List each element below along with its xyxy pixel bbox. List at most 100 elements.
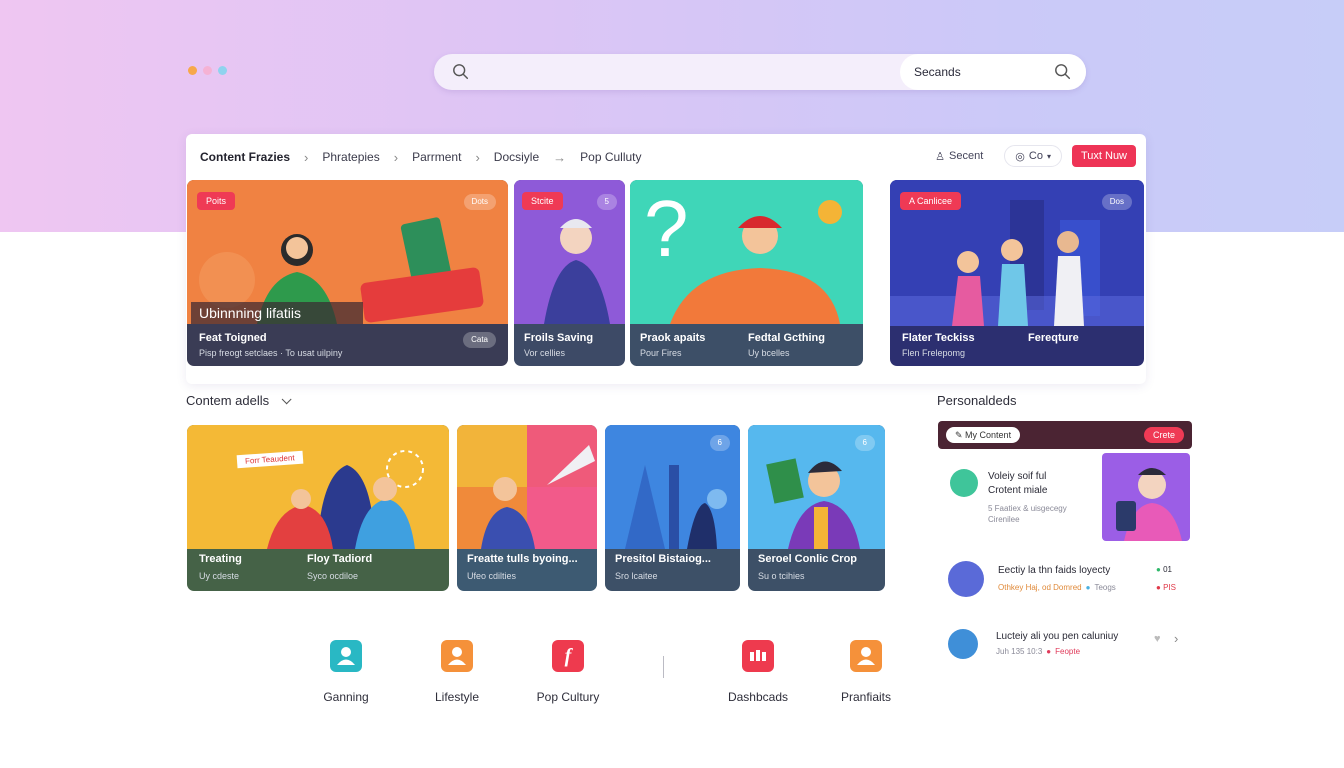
- category-premiums[interactable]: Pranfiaits: [826, 640, 906, 704]
- list-item[interactable]: Eectiy la thn faids loyecty Othkey Haj, …: [938, 557, 1192, 605]
- avatar: [948, 561, 984, 597]
- card-title: Praok apaits: [640, 332, 706, 344]
- create-button[interactable]: Crete: [1143, 427, 1184, 443]
- card-illustration: ?: [630, 180, 863, 324]
- item-subtitle: 5 Faatiex & uisgecegy: [988, 504, 1067, 513]
- content-card[interactable]: 6 Seroel Conlic Crop Su o tcihies: [748, 425, 885, 591]
- card-subtitle: Ufeo cdilties: [467, 571, 517, 581]
- card-pill: Dos: [1101, 194, 1132, 210]
- personalized-title: Personaldeds: [937, 393, 1017, 408]
- pen-icon: ✎: [955, 430, 966, 440]
- user-icon: [850, 640, 882, 672]
- chevron-down-icon: [281, 394, 292, 405]
- card-pill: Dots: [463, 194, 496, 210]
- chevron-right-icon[interactable]: ›: [1174, 631, 1178, 646]
- dot-orange: [188, 66, 197, 75]
- card-title: Treating: [199, 553, 242, 565]
- list-item[interactable]: Voleiy soif ful Crotent miale 5 Faatiex …: [938, 453, 1192, 545]
- dashboard-icon: [742, 640, 774, 672]
- search-bar[interactable]: Secands: [434, 54, 1086, 90]
- category-label: Ganning: [323, 690, 369, 704]
- dot-pink: [203, 66, 212, 75]
- breadcrumb-item[interactable]: Content Frazies: [200, 150, 290, 164]
- item-subtitle: Othkey Haj, od Domred ● Teogs: [998, 583, 1116, 592]
- co-dropdown[interactable]: ◎ Co ▾: [1004, 145, 1062, 167]
- card-subtitle-secondary: Syco ocdiloe: [307, 571, 359, 581]
- section-dropdown[interactable]: Contem adells: [186, 393, 292, 408]
- category-label: Dashbcads: [727, 690, 789, 704]
- card-title: Feat Toigned: [199, 332, 267, 344]
- card-illustration: [457, 425, 597, 549]
- action-button[interactable]: Tuxt Nuw: [1071, 145, 1136, 167]
- category-label: Pranfiaits: [840, 690, 892, 704]
- content-card[interactable]: Forr Teaudent Treating Uy cdeste Floy Ta…: [187, 425, 449, 591]
- personalized-panel: ✎ My Content Crete Voleiy soif ful Crote…: [938, 421, 1192, 671]
- item-title-line2: Crotent miale: [988, 485, 1048, 496]
- category-pop-culture[interactable]: f Pop Cultury: [528, 640, 608, 704]
- category-lifestyle[interactable]: Lifestyle: [417, 640, 497, 704]
- card-pill: 6: [709, 435, 730, 451]
- featured-card[interactable]: Poits Dots Ubinnning lifatiis Feat Toign…: [187, 180, 508, 366]
- arrow-right-icon: →: [553, 149, 567, 165]
- item-subtitle-text: Othkey Haj, od Domred: [998, 583, 1082, 592]
- search-icon[interactable]: [452, 63, 470, 81]
- avatar: [950, 469, 978, 497]
- category-label: Lifestyle: [434, 690, 480, 704]
- featured-card[interactable]: ? Praok apaits Pour Fires Fedtal Gcthing…: [630, 180, 863, 366]
- content-card[interactable]: 6 Presitol Bistaiog... Sro lcaitee: [605, 425, 740, 591]
- featured-card[interactable]: Stcite 5 Froils Saving Vor cellies: [514, 180, 625, 366]
- item-subtitle-line2: Cirenilee: [988, 515, 1020, 524]
- item-title: Voleiy soif ful: [988, 471, 1047, 482]
- card-title: Freatte tulls byoing...: [467, 553, 578, 565]
- alert-icon: ●: [1156, 583, 1161, 592]
- card-pill: 6: [854, 435, 875, 451]
- card-title-secondary: Fereqture: [1028, 332, 1079, 344]
- chevron-right-icon: ›: [393, 149, 399, 165]
- breadcrumb-item[interactable]: Pop Culluty: [580, 150, 641, 164]
- card-subtitle-secondary: Uy bcelles: [748, 348, 790, 358]
- list-item[interactable]: Lucteiy ali you pen caluniuy Juh 135 10:…: [938, 627, 1192, 667]
- card-title: Froils Saving: [524, 332, 594, 344]
- dot-cyan: [218, 66, 227, 75]
- card-subtitle: Su o tcihies: [758, 571, 805, 581]
- card-title: Presitol Bistaiog...: [615, 553, 711, 565]
- section-title: Contem adells: [186, 393, 270, 408]
- category-divider: [663, 656, 664, 678]
- card-subtitle: Pisp freogt setclaes · To usat uilpiny: [199, 348, 343, 358]
- item-count-value: 01: [1163, 565, 1172, 574]
- breadcrumb: Content Frazies › Phratepies › Parrment …: [200, 148, 642, 166]
- card-title: Flater Teckiss: [902, 332, 975, 344]
- card-overlay-title: Ubinnning lifatiis: [191, 302, 363, 324]
- search-value: Secands: [914, 65, 961, 79]
- window-dots: [188, 66, 227, 75]
- search-input[interactable]: Secands: [900, 54, 1086, 90]
- featured-card[interactable]: A Canlicee Dos Flater Teckiss Flen Frele…: [890, 180, 1144, 366]
- check-icon: ●: [1156, 565, 1161, 574]
- category-dashboards[interactable]: Dashbcads: [718, 640, 798, 704]
- chevron-right-icon: ›: [304, 149, 309, 165]
- breadcrumb-item[interactable]: Docsiyle: [494, 150, 539, 164]
- item-title: Eectiy la thn faids loyecty: [998, 565, 1111, 576]
- item-tag: Feopte: [1055, 647, 1081, 656]
- user-icon: [330, 640, 362, 672]
- co-label: Co: [1028, 150, 1043, 162]
- heart-icon[interactable]: ♥: [1154, 633, 1161, 645]
- user-icon: ♙: [935, 150, 946, 163]
- card-title-secondary: Floy Tadiord: [307, 553, 373, 565]
- search-submit-icon[interactable]: [1054, 63, 1072, 81]
- card-title: Seroel Conlic Crop: [758, 553, 858, 565]
- item-title: Lucteiy ali you pen caluniuy: [996, 631, 1119, 642]
- item-count-secondary: ● PIS: [1156, 583, 1176, 592]
- card-badge: A Canlicee: [900, 192, 962, 210]
- card-badge: Poits: [197, 192, 236, 210]
- item-tag: Teogs: [1094, 583, 1116, 592]
- breadcrumb-item[interactable]: Parrment: [412, 150, 461, 164]
- card-subtitle: Sro lcaitee: [615, 571, 658, 581]
- category-gaming[interactable]: Ganning: [306, 640, 386, 704]
- my-content-tab[interactable]: ✎ My Content: [946, 427, 1021, 443]
- content-card[interactable]: Freatte tulls byoing... Ufeo cdilties: [457, 425, 597, 591]
- item-subtitle: Juh 135 10:3 ● Feopte: [996, 647, 1080, 656]
- breadcrumb-item[interactable]: Phratepies: [322, 150, 379, 164]
- card-badge: Stcite: [522, 192, 563, 210]
- recent-button[interactable]: ♙ Secent: [924, 145, 994, 167]
